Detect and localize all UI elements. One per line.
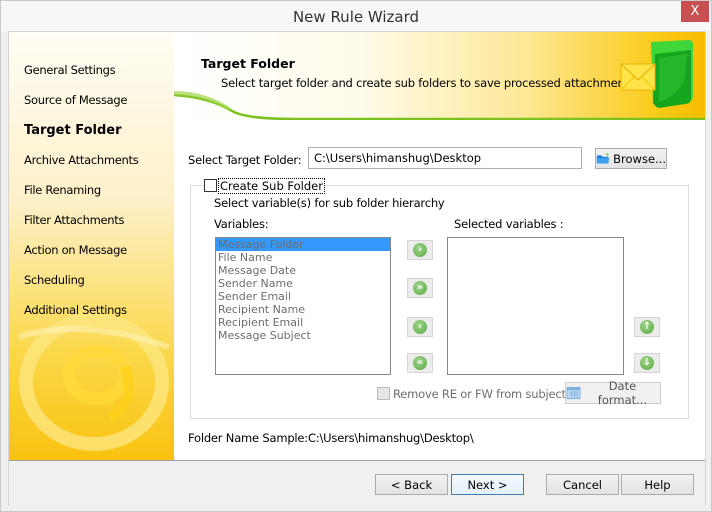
variables-listbox[interactable]: Message Folder File Name Message Date Sende… (215, 237, 391, 375)
sidebar-item-filter-attachments[interactable]: Filter Attachments (24, 213, 124, 227)
variable-list-item[interactable]: Sender Email (216, 290, 390, 303)
selected-variables-label: Selected variables : (454, 217, 564, 231)
target-folder-input[interactable]: C:\Users\himanshug\Desktop (308, 147, 582, 169)
add-all-variables-button[interactable]: » (407, 278, 433, 298)
variable-list-item[interactable]: Message Subject (216, 329, 390, 342)
chevron-left-icon: ‹ (413, 320, 427, 334)
arrow-down-icon: ↓ (640, 356, 654, 370)
title-bar: New Rule Wizard X (1, 1, 711, 31)
sidebar-item-target-folder[interactable]: Target Folder (24, 123, 122, 138)
sidebar-item-source-of-message[interactable]: Source of Message (24, 93, 128, 107)
target-folder-label: Select Target Folder: (188, 153, 302, 167)
sidebar-item-file-renaming[interactable]: File Renaming (24, 183, 101, 197)
double-chevron-right-icon: » (413, 281, 427, 295)
variable-list-item[interactable]: File Name (216, 251, 390, 264)
wizard-client: General Settings Source of Message Targe… (8, 31, 706, 505)
wizard-window: New Rule Wizard X General Settings Sourc… (0, 0, 712, 512)
sidebar-item-archive-attachments[interactable]: Archive Attachments (24, 153, 139, 167)
folder-envelope-icon (620, 40, 693, 108)
browse-label: Browse... (613, 151, 666, 166)
variable-list-item[interactable]: Message Date (216, 264, 390, 277)
variable-list-item[interactable]: Recipient Email (216, 316, 390, 329)
move-up-button[interactable]: ↑ (634, 317, 660, 337)
folder-name-sample-label: Folder Name Sample: (188, 431, 308, 445)
remove-all-variables-button[interactable]: « (407, 353, 433, 373)
arrow-up-icon: ↑ (640, 320, 654, 334)
next-button[interactable]: Next > (451, 474, 524, 495)
double-chevron-left-icon: « (413, 356, 427, 370)
back-button[interactable]: < Back (375, 474, 448, 495)
move-down-button[interactable]: ↓ (634, 353, 660, 373)
remove-re-fw-label: Remove RE or FW from subject (393, 387, 566, 401)
window-title: New Rule Wizard (292, 8, 420, 26)
remove-variable-button[interactable]: ‹ (407, 317, 433, 337)
page-title: Target Folder (201, 56, 295, 71)
cancel-button[interactable]: Cancel (546, 474, 619, 495)
calendar-icon (566, 386, 581, 400)
page-banner: Target Folder Select target folder and c… (174, 32, 705, 120)
page-subtitle: Select target folder and create sub fold… (221, 76, 639, 90)
variables-label: Variables: (214, 217, 269, 231)
create-sub-folder-label[interactable]: Create Sub Folder (218, 178, 325, 194)
next-label: Next > (467, 477, 508, 492)
variable-list-item[interactable]: Recipient Name (216, 303, 390, 316)
help-label: Help (644, 477, 671, 492)
create-sub-folder-checkbox[interactable] (204, 179, 217, 192)
sidebar-item-general-settings[interactable]: General Settings (24, 63, 116, 77)
sidebar-item-additional-settings[interactable]: Additional Settings (24, 303, 127, 317)
variable-list-item[interactable]: Message Folder (216, 238, 390, 251)
browse-button[interactable]: Browse... (595, 148, 667, 169)
sidebar-item-action-on-message[interactable]: Action on Message (24, 243, 127, 257)
date-format-button[interactable]: Date format... (565, 379, 661, 407)
cancel-label: Cancel (563, 477, 602, 492)
main-panel: Target Folder Select target folder and c… (174, 32, 705, 460)
help-button[interactable]: Help (621, 474, 694, 495)
wizard-footer: < Back Next > Cancel Help (9, 460, 705, 505)
back-label: < Back (390, 477, 433, 492)
variable-list-item[interactable]: Sender Name (216, 277, 390, 290)
add-variable-button[interactable]: › (407, 240, 433, 260)
chevron-right-icon: › (413, 243, 427, 257)
sub-folder-hint: Select variable(s) for sub folder hierar… (214, 196, 445, 210)
selected-variables-listbox[interactable] (447, 237, 624, 375)
folder-name-sample-value: C:\Users\himanshug\Desktop\ (308, 431, 474, 445)
remove-re-fw-checkbox[interactable] (377, 387, 390, 400)
folder-icon (596, 153, 610, 164)
date-format-label: Date format... (597, 379, 648, 407)
sidebar-item-scheduling[interactable]: Scheduling (24, 273, 85, 287)
sidebar: General Settings Source of Message Targe… (9, 32, 174, 460)
close-button[interactable]: X (681, 1, 709, 22)
email-at-logo-icon (19, 313, 169, 451)
